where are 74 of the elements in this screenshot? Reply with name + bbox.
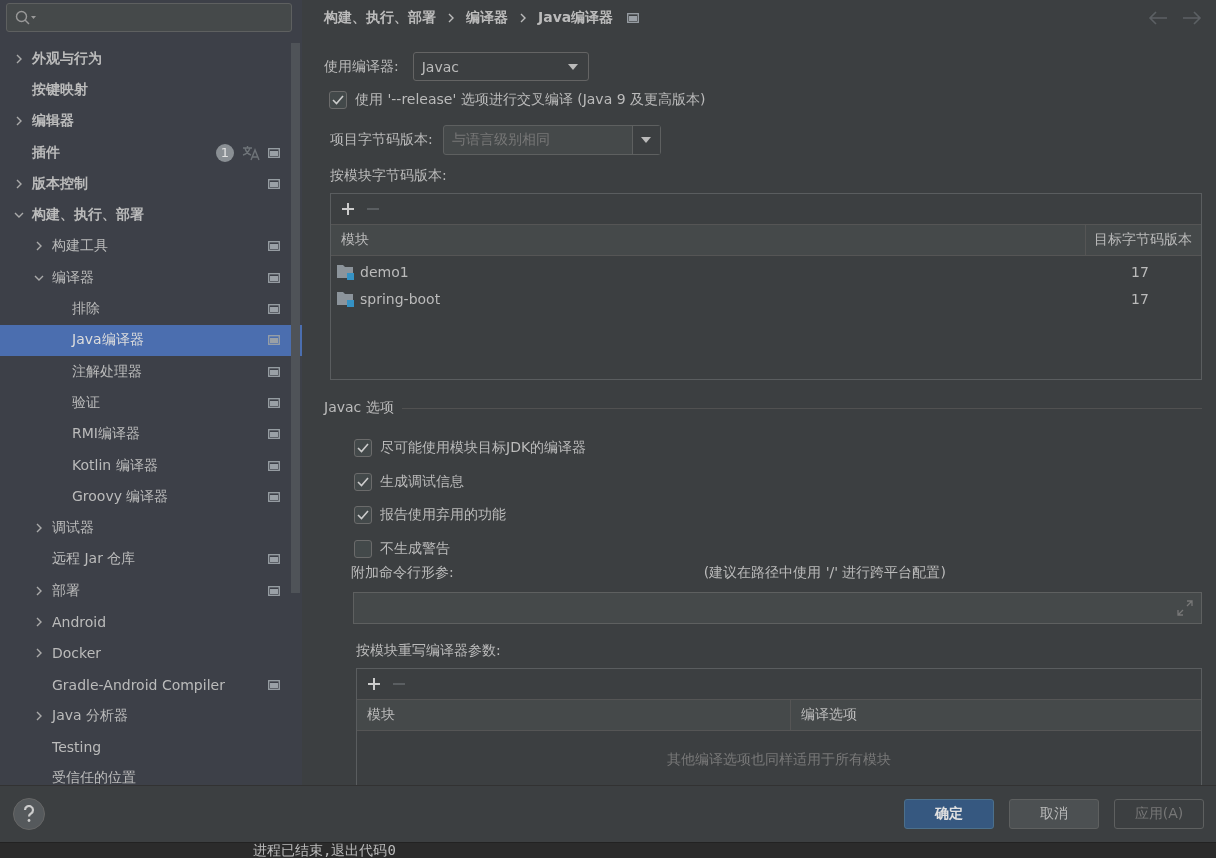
column-header[interactable]: 模块	[357, 699, 791, 730]
group-title: Javac 选项	[324, 399, 394, 417]
tree-item[interactable]: 版本控制	[0, 168, 302, 200]
chevron-icon	[520, 13, 526, 23]
tree-item[interactable]: 远程 Jar 仓库	[0, 543, 302, 576]
field-label: 附加命令行形参:	[351, 563, 454, 582]
column-header[interactable]: 编译选项	[791, 699, 857, 730]
hint-text: (建议在路径中使用 '/' 进行跨平台配置)	[703, 563, 946, 582]
checkbox-label: 不生成警告	[380, 539, 450, 558]
search-field[interactable]	[6, 3, 292, 32]
tree-item[interactable]: Android	[0, 606, 302, 638]
table-cell-text: demo1	[360, 263, 410, 280]
tree-item[interactable]: 构建工具	[0, 230, 302, 263]
help-button[interactable]	[13, 798, 45, 830]
add-icon[interactable]	[341, 202, 355, 216]
dialog-button[interactable]: 取消	[1009, 799, 1099, 829]
count-badge: 1	[216, 143, 234, 162]
tree-item[interactable]: 排除	[0, 293, 302, 325]
tree-item[interactable]: 插件 1	[0, 136, 302, 169]
column-header[interactable]: 目标字节码版本	[1086, 225, 1201, 255]
section-label: 按模块字节码版本:	[329, 167, 448, 185]
dialog-button[interactable]: 确定	[904, 799, 994, 829]
translate-icon	[242, 144, 260, 161]
tree-item[interactable]: 调试器	[0, 512, 302, 544]
tree-item[interactable]: 注解处理器	[0, 355, 302, 388]
section-label: 按模块重写编译器参数:	[355, 641, 502, 660]
console-text: 进程已结束,退出代码0	[253, 841, 396, 858]
column-header[interactable]: 模块	[331, 225, 1086, 255]
tree-item[interactable]: 构建、执行、部署	[0, 199, 302, 231]
tree-item[interactable]: Java 分析器	[0, 700, 302, 732]
table-cell-text: 17	[1131, 290, 1150, 307]
input-field[interactable]	[353, 591, 1202, 624]
caret-icon	[567, 63, 578, 70]
tree-item[interactable]: 受信任的位置	[0, 762, 302, 785]
tree-item[interactable]: 验证	[0, 387, 302, 419]
tree-item[interactable]: Testing	[0, 731, 302, 763]
tree-item[interactable]: Java编译器	[0, 324, 302, 356]
checkbox[interactable]	[354, 506, 372, 525]
checkbox-label: 尽可能使用模块目标JDK的编译器	[380, 438, 587, 457]
module-folder-icon	[336, 262, 356, 281]
compiler-dropdown[interactable]: Javac	[412, 52, 589, 81]
remove-icon	[393, 682, 405, 685]
scrollbar[interactable]	[291, 43, 300, 593]
checkbox[interactable]	[354, 472, 372, 491]
field-label: 项目字节码版本:	[330, 131, 433, 149]
tree-item[interactable]: 编译器	[0, 262, 302, 294]
checkbox[interactable]	[354, 539, 372, 558]
breadcrumb-item[interactable]: 编译器	[466, 9, 508, 27]
caret-icon	[641, 137, 652, 143]
question-icon	[22, 805, 36, 823]
module-folder-icon	[336, 289, 356, 308]
tree-item[interactable]: Docker	[0, 637, 302, 669]
tree-item[interactable]: Groovy 编译器	[0, 481, 302, 513]
breadcrumb-item[interactable]: 构建、执行、部署	[324, 9, 436, 27]
checkbox-label: 使用 '--release' 选项进行交叉编译 (Java 9 及更高版本)	[355, 91, 706, 109]
tree-item[interactable]: Gradle-Android Compiler	[0, 668, 302, 701]
checkbox-label: 生成调试信息	[380, 472, 464, 491]
window-icon	[627, 13, 640, 23]
table-cell-text: spring-boot	[360, 290, 442, 307]
search-icon	[15, 9, 37, 26]
table-cell-text: 17	[1131, 263, 1150, 280]
checkbox[interactable]	[354, 438, 372, 457]
tree-item[interactable]: 外观与行为	[0, 43, 302, 75]
tree-item[interactable]: RMI编译器	[0, 418, 302, 450]
field-label: 使用编译器:	[324, 57, 399, 76]
breadcrumb-item[interactable]: Java编译器	[538, 9, 614, 27]
chevron-icon	[448, 13, 454, 23]
checkbox-label: 报告使用弃用的功能	[380, 506, 506, 525]
add-icon[interactable]	[367, 676, 381, 691]
tree-item[interactable]: 部署	[0, 575, 302, 607]
checkbox[interactable]	[329, 91, 347, 109]
tree-item[interactable]: Kotlin 编译器	[0, 449, 302, 482]
tree-item[interactable]: 编辑器	[0, 105, 302, 137]
tree-item[interactable]: 按键映射	[0, 74, 302, 106]
